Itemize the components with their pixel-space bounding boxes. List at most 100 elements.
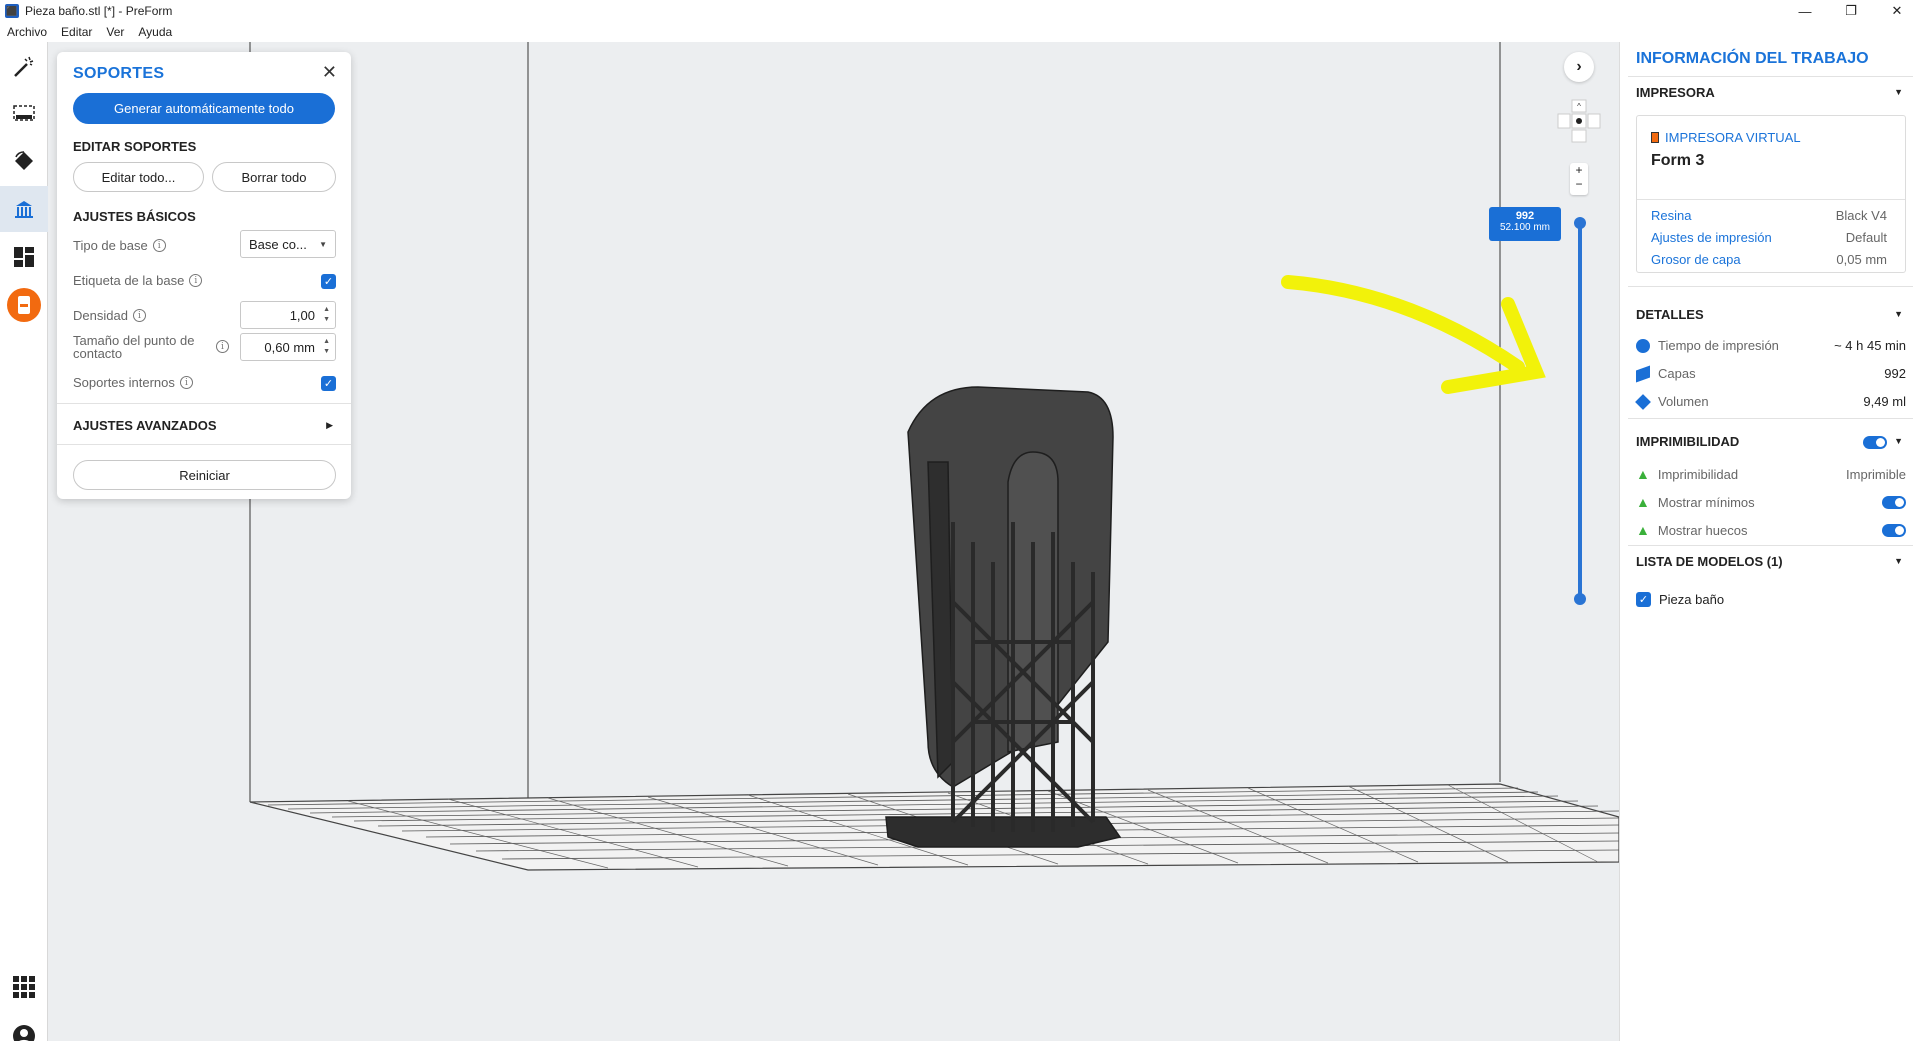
printer-icon[interactable] — [0, 282, 48, 328]
layer-badge: 992 52.100 mm — [1489, 207, 1561, 241]
thumbs-up-icon: ▲ — [1636, 466, 1650, 482]
base-label-text: Etiqueta de la base — [73, 273, 185, 288]
layer-slider[interactable] — [1574, 217, 1586, 605]
edit-supports-heading: EDITAR SOPORTES — [73, 139, 197, 154]
menu-editar[interactable]: Editar — [54, 25, 99, 39]
divider — [1628, 286, 1913, 287]
touchpoint-stepper[interactable]: 0,60 mm ▲ ▼ — [240, 333, 336, 361]
base-type-label: Tipo de base i — [73, 238, 166, 253]
base-type-text: Tipo de base — [73, 238, 148, 253]
divider — [57, 444, 351, 445]
next-step-button[interactable]: › — [1564, 52, 1594, 82]
chevron-right-icon[interactable]: ▶ — [326, 420, 333, 431]
orient-icon[interactable] — [0, 138, 48, 184]
base-label-label: Etiqueta de la base i — [73, 273, 203, 288]
layers-value: 992 — [1884, 366, 1906, 381]
job-info-panel: INFORMACIÓN DEL TRABAJO IMPRESORA ▼ IMPR… — [1619, 42, 1920, 1041]
slider-top-handle[interactable] — [1574, 217, 1586, 229]
reset-button[interactable]: Reiniciar — [73, 460, 336, 490]
select-icon[interactable] — [0, 90, 48, 136]
model-list-item[interactable]: ✓ Pieza baño — [1636, 592, 1906, 607]
printability-row: ▲ Imprimibilidad Imprimible — [1636, 466, 1906, 482]
menu-ver[interactable]: Ver — [99, 25, 131, 39]
resin-row: Resina Black V4 — [1651, 208, 1887, 223]
printability-value: Imprimible — [1846, 466, 1906, 482]
internal-supports-text: Soportes internos — [73, 375, 175, 390]
thumbs-up-icon: ▲ — [1636, 494, 1650, 510]
minimize-button[interactable]: — — [1782, 0, 1828, 22]
magic-wand-icon[interactable] — [0, 44, 48, 90]
print-time-row: Tiempo de impresión ~ 4 h 45 min — [1636, 338, 1906, 353]
chevron-down-icon[interactable]: ▼ — [1894, 309, 1903, 319]
maximize-button[interactable]: ❐ — [1828, 0, 1874, 22]
density-label: Densidad i — [73, 308, 146, 323]
apps-grid-icon[interactable] — [0, 964, 48, 1010]
print-time-label: Tiempo de impresión — [1658, 338, 1779, 353]
base-label-checkbox[interactable]: ✓ — [321, 274, 336, 289]
model-checkbox[interactable]: ✓ — [1636, 592, 1651, 607]
models-list-heading[interactable]: LISTA DE MODELOS (1) — [1636, 554, 1783, 569]
printability-heading[interactable]: IMPRIMIBILIDAD — [1636, 434, 1739, 449]
menu-archivo[interactable]: Archivo — [0, 25, 54, 39]
chevron-right-icon: › — [1576, 58, 1582, 75]
info-icon[interactable]: i — [216, 340, 229, 353]
left-toolbar — [0, 42, 48, 1041]
chevron-down-icon[interactable]: ▼ — [1894, 556, 1903, 566]
supports-icon[interactable] — [0, 186, 48, 232]
base-type-select[interactable]: Base co... ▼ — [240, 230, 336, 258]
resin-value: Black V4 — [1835, 208, 1887, 223]
3d-viewport[interactable]: SOPORTES ✕ Generar automáticamente todo … — [48, 42, 1619, 1041]
show-minima-toggle[interactable] — [1882, 495, 1906, 509]
zoom-in-button[interactable]: + — [1575, 163, 1582, 177]
details-heading[interactable]: DETALLES — [1636, 307, 1704, 322]
printability-toggle[interactable] — [1863, 436, 1887, 449]
auto-generate-button[interactable]: Generar automáticamente todo — [73, 93, 335, 124]
layer-height: 52.100 mm — [1499, 222, 1551, 233]
printer-card[interactable]: IMPRESORA VIRTUAL Form 3 Resina Black V4 … — [1636, 115, 1906, 273]
model-pieza — [885, 386, 1122, 848]
close-window-button[interactable]: ✕ — [1874, 0, 1920, 22]
info-icon[interactable]: i — [189, 274, 203, 287]
divider — [1637, 199, 1905, 200]
close-icon[interactable]: ✕ — [322, 62, 337, 83]
slider-bottom-handle[interactable] — [1574, 593, 1586, 605]
annotation-arrow — [1281, 275, 1546, 394]
account-icon[interactable] — [0, 1013, 48, 1041]
thumbs-up-icon: ▲ — [1636, 522, 1650, 538]
layer-number: 992 — [1515, 210, 1535, 222]
divider — [1628, 76, 1913, 77]
supports-panel: SOPORTES ✕ Generar automáticamente todo … — [57, 52, 351, 499]
printability-label: Imprimibilidad — [1657, 466, 1739, 482]
menu-ayuda[interactable]: Ayuda — [131, 25, 179, 39]
show-holes-label: Mostrar huecos — [1657, 522, 1748, 538]
info-icon[interactable]: i — [132, 309, 146, 322]
slider-track[interactable] — [1578, 222, 1582, 602]
view-navigation-cube[interactable]: ^ — [1556, 98, 1602, 144]
printer-name: Form 3 — [1651, 152, 1705, 169]
show-holes-toggle[interactable] — [1882, 523, 1906, 537]
chevron-down-icon[interactable]: ▼ — [1894, 436, 1903, 446]
resin-label: Resina — [1651, 208, 1692, 223]
info-icon[interactable]: i — [179, 376, 193, 389]
printer-heading[interactable]: IMPRESORA — [1636, 85, 1715, 100]
layout-icon[interactable] — [0, 234, 48, 280]
layers-row: Capas 992 — [1636, 364, 1906, 383]
print-settings-value: Default — [1845, 230, 1887, 245]
title-bar: ⬛ Pieza baño.stl [*] - PreForm — ❐ ✕ — [0, 0, 1920, 22]
advanced-settings-heading[interactable]: AJUSTES AVANZADOS — [73, 418, 217, 433]
zoom-control: + − — [1570, 163, 1588, 195]
chevron-down-icon[interactable]: ▼ — [1894, 87, 1903, 97]
zoom-out-button[interactable]: − — [1575, 177, 1582, 191]
chevron-down-icon: ▼ — [319, 239, 327, 249]
delete-all-button[interactable]: Borrar todo — [212, 162, 336, 192]
stepper-arrows-icon[interactable]: ▲ ▼ — [323, 305, 330, 325]
edit-all-button[interactable]: Editar todo... — [73, 162, 204, 192]
layer-thickness-label: Grosor de capa — [1651, 252, 1741, 267]
internal-supports-checkbox[interactable]: ✓ — [321, 376, 336, 391]
volume-icon — [1635, 393, 1651, 410]
job-info-title: INFORMACIÓN DEL TRABAJO — [1636, 50, 1869, 67]
show-holes-row: ▲ Mostrar huecos — [1636, 522, 1906, 538]
info-icon[interactable]: i — [152, 239, 166, 252]
density-stepper[interactable]: 1,00 ▲ ▼ — [240, 301, 336, 329]
stepper-arrows-icon[interactable]: ▲ ▼ — [323, 337, 330, 357]
